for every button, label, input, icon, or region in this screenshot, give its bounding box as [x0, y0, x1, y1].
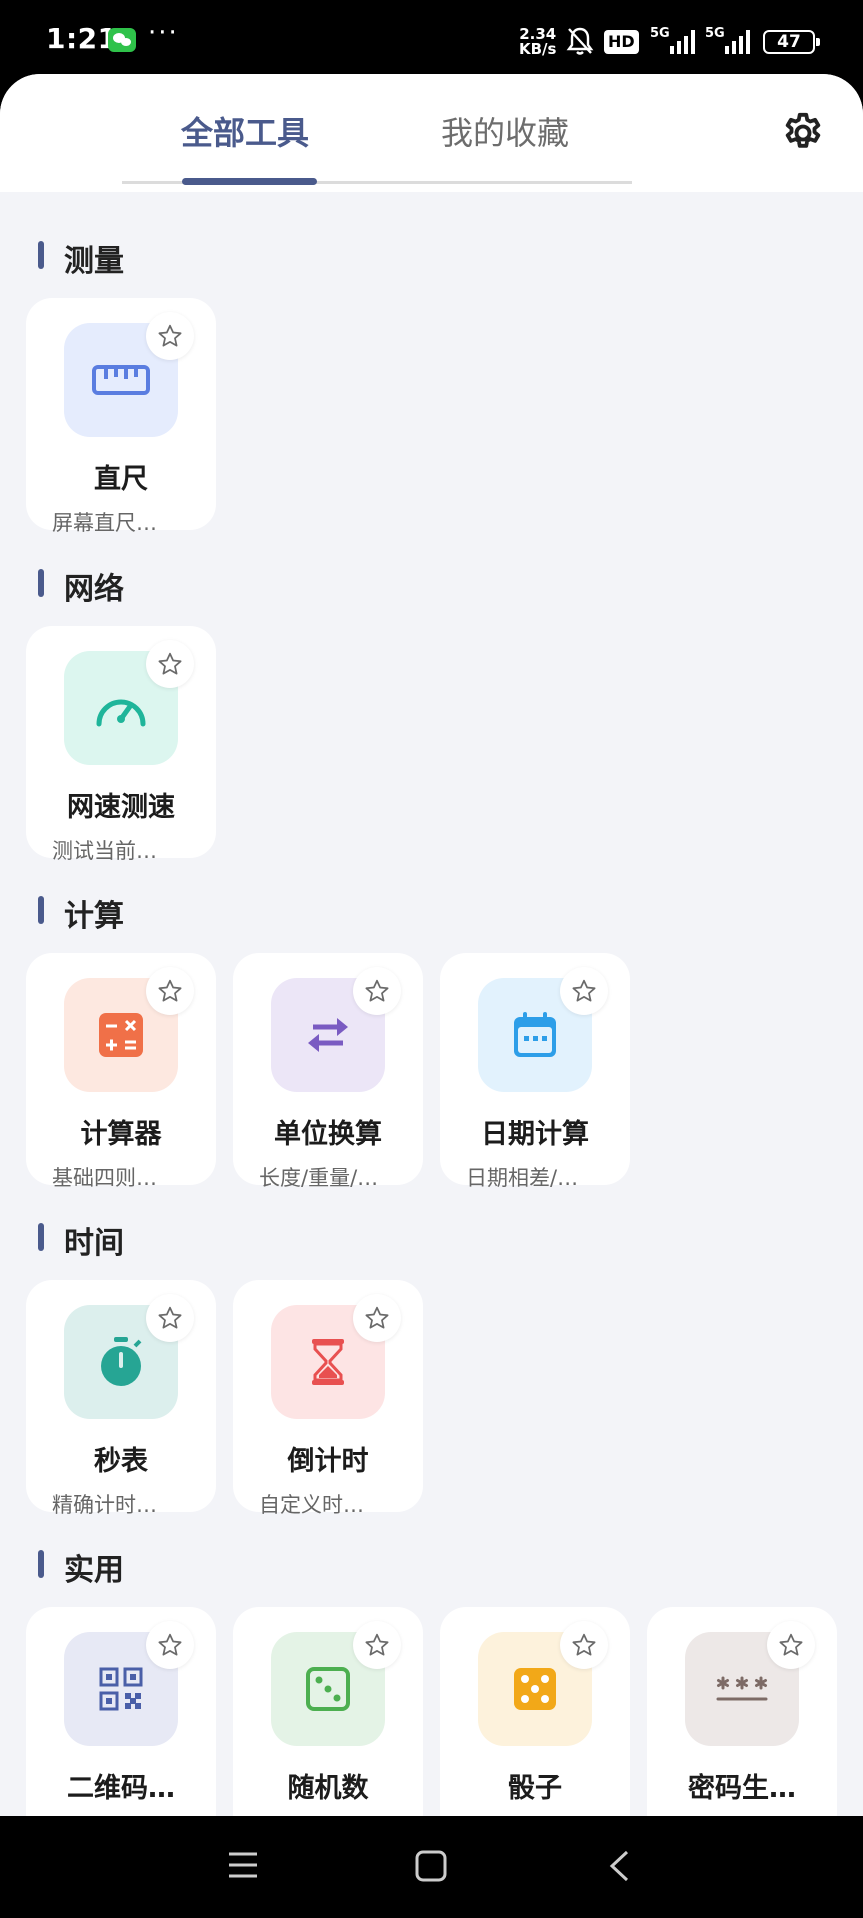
bell-muted-icon [566, 27, 594, 55]
ruler-icon [92, 365, 150, 395]
signal-icon [725, 30, 750, 54]
menu-icon[interactable] [227, 1850, 259, 1880]
network-speed: 2.34 KB/s [519, 27, 556, 57]
favorite-star-button[interactable] [146, 967, 194, 1015]
system-nav-bar [0, 1816, 863, 1918]
gear-icon[interactable] [780, 110, 826, 156]
tool-name: 骰子 [508, 1773, 562, 1804]
star-outline-icon [365, 1633, 389, 1656]
tool-card-qr-code[interactable]: 二维码… [26, 1607, 216, 1816]
hd-voice-badge: HD [604, 30, 639, 54]
favorite-star-button[interactable] [146, 640, 194, 688]
tool-card-password-generator[interactable]: 密码生… [647, 1607, 837, 1816]
speedometer-icon [96, 699, 146, 727]
tool-name: 倒计时 [287, 1446, 369, 1477]
star-outline-icon [158, 1633, 182, 1656]
tab-my-favorites[interactable]: 我的收藏 [441, 108, 569, 154]
dice-icon [306, 1667, 350, 1711]
status-time: 1:21 [46, 22, 118, 55]
favorite-star-button[interactable] [146, 1621, 194, 1669]
tool-card-random-number[interactable]: 随机数 [233, 1607, 423, 1816]
section-title-utility: 实用 [38, 1545, 124, 1589]
favorite-star-button[interactable] [146, 312, 194, 360]
network-type-1: 5G [650, 26, 670, 41]
network-type-2: 5G [705, 26, 725, 41]
more-notifications-icon: ··· [148, 18, 179, 48]
favorite-star-button[interactable] [353, 967, 401, 1015]
home-icon[interactable] [415, 1850, 447, 1882]
section-title-calc: 计算 [38, 891, 124, 935]
section-title-network: 网络 [38, 564, 124, 608]
tab-indicator [182, 178, 317, 185]
network-speed-unit: KB/s [519, 40, 557, 58]
tool-desc: 自定义时… [259, 1493, 364, 1517]
star-outline-icon [158, 324, 182, 347]
star-outline-icon [365, 1306, 389, 1329]
favorite-star-button[interactable] [560, 967, 608, 1015]
tool-desc: 基础四则… [52, 1166, 157, 1190]
tool-card-dice[interactable]: 骰子 [440, 1607, 630, 1816]
tool-card-countdown[interactable]: 倒计时 自定义时… [233, 1280, 423, 1517]
app-container: 全部工具 我的收藏 测量 直尺 屏幕直尺… 网络 网速测速 测试当前… 计算 计… [0, 74, 863, 1816]
status-bar: 1:21 ··· 2.34 KB/s HD 5G 5G 47 [0, 0, 863, 74]
tool-desc: 日期相差/… [466, 1166, 579, 1190]
battery-icon: 47 [763, 30, 820, 54]
tool-name: 网速测速 [67, 792, 175, 823]
tool-name: 直尺 [94, 464, 148, 495]
tool-name: 密码生… [688, 1773, 796, 1804]
qr-code-icon [99, 1667, 143, 1711]
password-icon [716, 1676, 768, 1701]
tab-all-tools[interactable]: 全部工具 [181, 108, 309, 154]
tool-card-unit-converter[interactable]: 单位换算 长度/重量/… [233, 953, 423, 1190]
star-outline-icon [158, 652, 182, 675]
tool-card-speed-test[interactable]: 网速测速 测试当前… [26, 626, 216, 863]
favorite-star-button[interactable] [146, 1294, 194, 1342]
tool-desc: 测试当前… [52, 839, 157, 863]
favorite-star-button[interactable] [767, 1621, 815, 1669]
favorite-star-button[interactable] [560, 1621, 608, 1669]
tool-name: 秒表 [94, 1446, 148, 1477]
signal-icon [670, 30, 695, 54]
dice-icon [514, 1668, 556, 1710]
tool-name: 计算器 [80, 1119, 162, 1150]
tool-card-stopwatch[interactable]: 秒表 精确计时… [26, 1280, 216, 1517]
tool-name: 二维码… [67, 1773, 175, 1804]
tool-name: 随机数 [287, 1773, 369, 1804]
favorite-star-button[interactable] [353, 1621, 401, 1669]
tool-desc: 精确计时… [52, 1493, 157, 1517]
tool-card-calculator[interactable]: 计算器 基础四则… [26, 953, 216, 1190]
hourglass-icon [312, 1339, 344, 1385]
tab-header: 全部工具 我的收藏 [0, 74, 863, 192]
swap-arrows-icon [308, 1018, 348, 1052]
tool-name: 单位换算 [274, 1119, 382, 1150]
star-outline-icon [158, 1306, 182, 1329]
wechat-icon [108, 28, 136, 52]
star-outline-icon [572, 979, 596, 1002]
favorite-star-button[interactable] [353, 1294, 401, 1342]
star-outline-icon [779, 1633, 803, 1656]
stopwatch-icon [101, 1337, 142, 1386]
calculator-icon [99, 1013, 143, 1057]
section-title-time: 时间 [38, 1218, 124, 1262]
tool-card-ruler[interactable]: 直尺 屏幕直尺… [26, 298, 216, 535]
star-outline-icon [365, 979, 389, 1002]
tool-name: 日期计算 [481, 1119, 589, 1150]
tool-desc: 屏幕直尺… [52, 511, 157, 535]
tool-card-date-calc[interactable]: 日期计算 日期相差/… [440, 953, 630, 1190]
calendar-icon [514, 1012, 556, 1057]
back-icon[interactable] [607, 1850, 631, 1882]
tool-desc: 长度/重量/… [259, 1166, 379, 1190]
star-outline-icon [158, 979, 182, 1002]
star-outline-icon [572, 1633, 596, 1656]
section-title-measure: 测量 [38, 236, 124, 280]
